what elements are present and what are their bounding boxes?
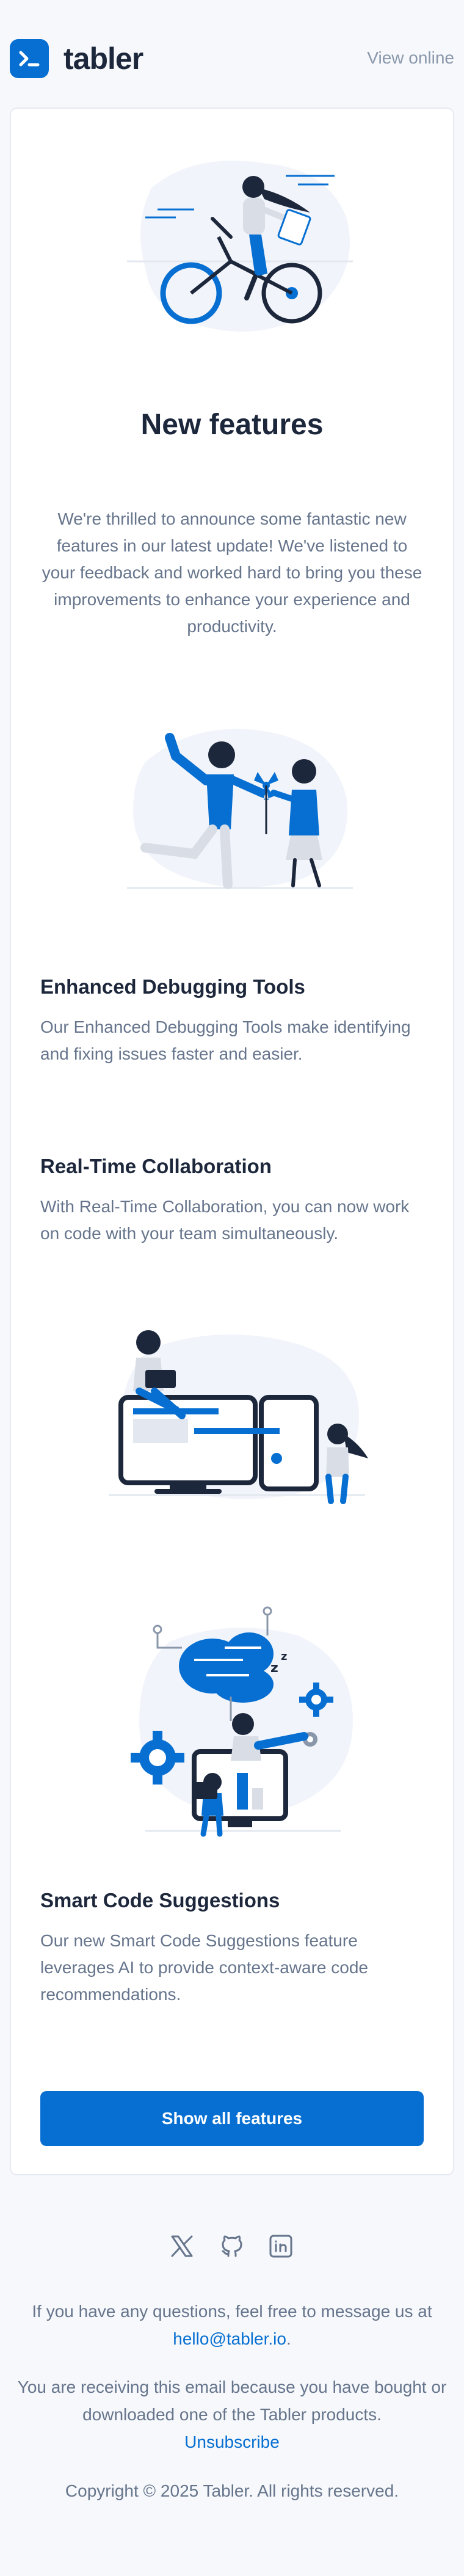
page-title: New features: [140, 409, 324, 441]
x-icon[interactable]: [169, 2233, 195, 2260]
footer-questions-text: If you have any questions, feel free to …: [32, 2302, 432, 2321]
feature-title: Smart Code Suggestions: [40, 1889, 280, 1912]
feature-description: With Real-Time Collaboration, you can no…: [40, 1197, 410, 1243]
linkedin-icon[interactable]: [267, 2233, 294, 2260]
team-illustration: [127, 729, 353, 889]
intro-text: We're thrilled to announce some fantasti…: [42, 509, 422, 636]
svg-text:z: z: [281, 1650, 287, 1663]
footer-receiving: You are receiving this email because you…: [10, 2373, 454, 2456]
unsubscribe-link[interactable]: Unsubscribe: [184, 2432, 280, 2451]
email-card: New features We're thrilled to announce …: [10, 107, 454, 2175]
feature-title: Real-Time Collaboration: [40, 1155, 272, 1177]
tabler-logo-icon[interactable]: [10, 39, 49, 78]
footer-email-suffix: .: [286, 2329, 291, 2348]
email-header: tabler View online: [0, 0, 464, 110]
devices-illustration: [109, 1330, 368, 1504]
feature-title: Enhanced Debugging Tools: [40, 975, 305, 998]
footer-questions: If you have any questions, feel free to …: [10, 2298, 454, 2352]
footer-receiving-text: You are receiving this email because you…: [17, 2378, 447, 2424]
github-icon[interactable]: [219, 2233, 245, 2260]
brand-name[interactable]: tabler: [63, 40, 143, 77]
feature-description: Our Enhanced Debugging Tools make identi…: [40, 1017, 411, 1063]
contact-email-link[interactable]: hello@tabler.io: [173, 2329, 286, 2348]
feature-description: Our new Smart Code Suggestions feature l…: [40, 1931, 368, 2004]
cyclist-illustration: [127, 161, 353, 332]
view-online-link[interactable]: View online: [367, 48, 454, 68]
ai-brain-illustration: z z: [131, 1606, 353, 1837]
svg-text:z: z: [270, 1661, 278, 1676]
footer-copyright: Copyright © 2025 Tabler. All rights rese…: [65, 2481, 399, 2500]
show-all-features-button[interactable]: Show all features: [40, 2091, 424, 2146]
